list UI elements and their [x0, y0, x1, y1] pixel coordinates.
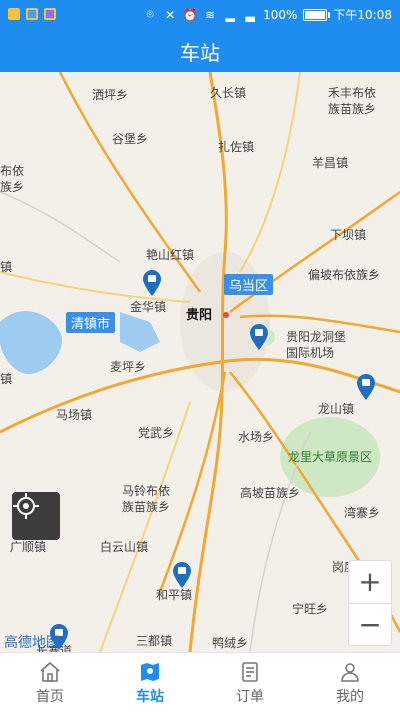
map-label: 久长镇 [210, 86, 247, 100]
map-icon [141, 662, 159, 681]
map-label: 谷堡乡 [112, 132, 149, 146]
map-label: 湾寨乡 [344, 506, 381, 520]
battery-icon [303, 8, 331, 21]
tab-label: 首页 [36, 688, 64, 705]
map-label: 党武乡 [138, 426, 175, 440]
map-label: 金华镇 [130, 300, 167, 314]
order-list-icon [242, 661, 258, 682]
map-label: 镇 [0, 372, 13, 386]
map-label: 宁旺乡 [292, 602, 329, 616]
tab-label: 订单 [236, 688, 264, 705]
app-notification-icon [44, 8, 56, 20]
map-label: 白云山镇 [100, 540, 149, 554]
system-status: ⌾ ✕ ⏰ ≋ ▂ ▃ 100% 下午10:08 [143, 6, 392, 23]
crosshair-icon [13, 493, 39, 519]
map-label: 马铃布依 [122, 484, 171, 498]
station-pin[interactable] [250, 324, 268, 350]
station-pin[interactable] [173, 562, 191, 588]
page-title: 车站 [180, 40, 220, 65]
station-pin[interactable] [357, 374, 375, 400]
map-label: 清镇市 [66, 312, 116, 333]
map-label: 广顺镇 [10, 540, 47, 554]
signal-icon: ▂ [225, 7, 235, 22]
map-label: 禾丰布依 [328, 86, 377, 100]
map-label: 水场乡 [238, 430, 275, 444]
map-label: 布依 [0, 164, 25, 178]
mute-icon: ✕ [165, 7, 176, 22]
map-label: 龙里大草原景区 [288, 450, 373, 464]
map-label: 羊昌镇 [312, 156, 349, 170]
header: 车站 [0, 30, 400, 72]
notification-icons [8, 8, 56, 20]
map-attribution: 高德地图 [4, 635, 60, 651]
map-label: 鸭绒乡 [212, 636, 249, 650]
map-label: 偏坡布依族乡 [308, 268, 381, 282]
zoom-out-button[interactable]: − [349, 602, 391, 646]
clock: 下午10:08 [333, 8, 392, 22]
station-pin[interactable] [143, 270, 161, 296]
tab-stations[interactable]: 车站 [100, 653, 200, 712]
map-label: 洒坪乡 [92, 88, 129, 102]
tab-label: 车站 [136, 688, 164, 705]
status-bar: ⌾ ✕ ⏰ ≋ ▂ ▃ 100% 下午10:08 [0, 0, 400, 30]
map-label: 乌当区 [224, 274, 274, 295]
app-notification-icon [8, 8, 20, 20]
map-label: 贵阳 [186, 308, 213, 323]
map-label: 国际机场 [286, 346, 335, 360]
map-label: 麦坪乡 [110, 360, 147, 374]
tab-home[interactable]: 首页 [0, 653, 100, 712]
tab-profile[interactable]: 我的 [300, 653, 400, 712]
map-view[interactable]: 洒坪乡 久长镇 禾丰布依 族苗族乡 谷堡乡 扎佐镇 羊昌镇 布依 族乡 下坝镇 … [0, 72, 400, 652]
alarm-icon: ⏰ [182, 7, 198, 22]
tab-orders[interactable]: 订单 [200, 653, 300, 712]
map-label: 下坝镇 [330, 228, 367, 242]
location-icon: ⌾ [146, 7, 154, 21]
map-label: 族乡 [0, 180, 25, 194]
map-label: 和平镇 [156, 588, 193, 602]
locate-me-button[interactable] [12, 492, 60, 540]
map-label: 三都镇 [136, 634, 173, 648]
battery-percent: 100% [263, 7, 298, 22]
home-icon [40, 661, 60, 682]
zoom-control: + − [348, 560, 392, 646]
map-label: 贵阳龙洞堡 [286, 330, 347, 344]
map-label: 族苗族乡 [122, 500, 171, 514]
map-label: 马场镇 [56, 408, 93, 422]
map-label: 艳山红镇 [146, 248, 195, 262]
tab-label: 我的 [336, 688, 364, 705]
signal-icon: ▃ [245, 7, 255, 22]
user-icon [341, 662, 359, 682]
map-label: 龙山镇 [318, 402, 355, 416]
map-label: 扎佐镇 [218, 140, 255, 154]
map-label: 高坡苗族乡 [240, 486, 301, 500]
map-label: 族苗族乡 [328, 102, 377, 116]
map-label: 镇 [0, 260, 13, 274]
zoom-in-button[interactable]: + [349, 561, 391, 603]
wifi-icon: ≋ [205, 7, 216, 22]
app-notification-icon [26, 8, 38, 20]
bottom-tab-bar: 首页 车站 订单 我的 [0, 652, 400, 712]
